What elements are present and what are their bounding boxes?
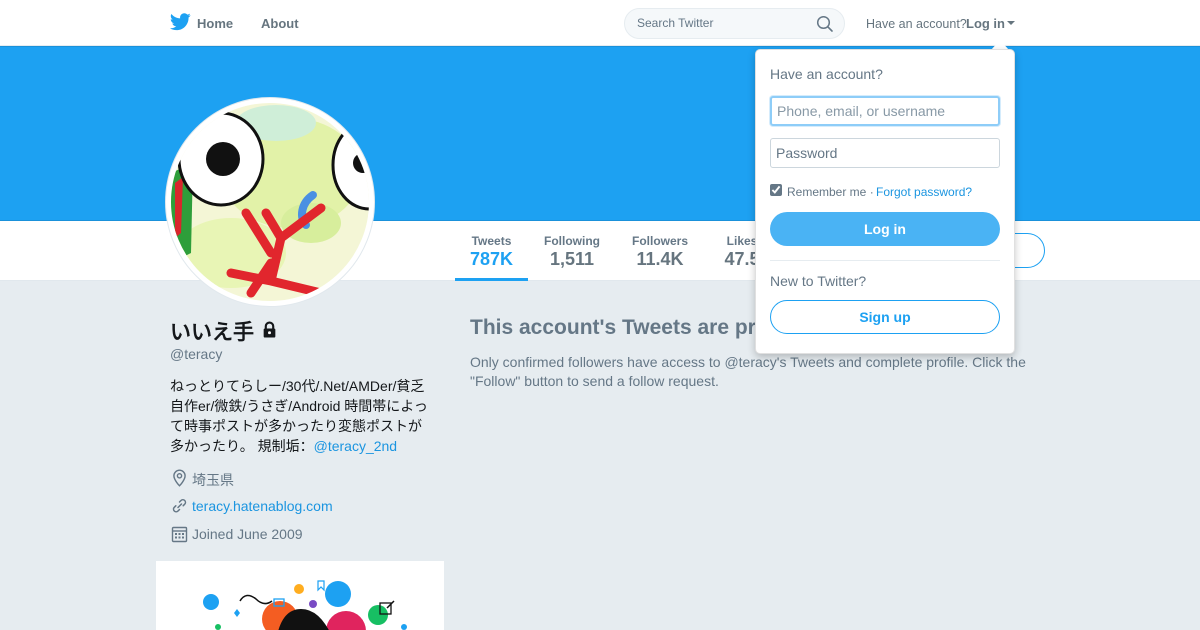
remember-me-label[interactable]: Remember me · (787, 185, 874, 199)
avatar-image (171, 103, 369, 301)
promo-illustration (203, 580, 407, 630)
top-navigation: Home About Have an account? Log in (0, 0, 1200, 46)
login-menu-link[interactable]: Log in (966, 16, 1005, 31)
joined-text: Joined June 2009 (192, 526, 303, 542)
stat-tweets[interactable]: Tweets 787K (455, 221, 528, 281)
stat-value: 1,511 (549, 249, 595, 269)
bio-mention-link[interactable]: @teracy_2nd (314, 438, 397, 454)
dropdown-divider (770, 260, 1000, 261)
link-icon (172, 499, 187, 513)
stat-value: 787K (469, 249, 514, 269)
caret-down-icon[interactable] (1007, 21, 1015, 25)
stat-following[interactable]: Following 1,511 (536, 221, 608, 281)
stat-label: Followers (631, 234, 688, 248)
profile-name[interactable]: いいえ手 (170, 316, 254, 346)
promo-illustration-card (156, 561, 444, 630)
location-text: 埼玉県 (192, 472, 234, 488)
nav-about-link[interactable]: About (261, 16, 299, 31)
stat-label: Following (544, 234, 600, 248)
search-icon[interactable] (816, 15, 834, 33)
password-field[interactable] (770, 138, 1000, 168)
search-input[interactable] (637, 16, 807, 30)
stat-followers[interactable]: Followers 11.4K (624, 221, 696, 281)
profile-handle[interactable]: @teracy (170, 346, 222, 362)
signup-button[interactable]: Sign up (770, 300, 1000, 334)
new-to-twitter-text: New to Twitter? (770, 273, 867, 289)
profile-bio: ねっとりてらしー/30代/.Net/AMDer/貧乏自作er/微鉄/うさぎ/An… (170, 376, 435, 456)
twitter-bird-icon[interactable] (170, 13, 191, 31)
login-button[interactable]: Log in (770, 212, 1000, 246)
lock-icon (263, 321, 276, 338)
location-pin-icon (173, 469, 186, 487)
dropdown-heading: Have an account? (770, 66, 883, 82)
protected-body: Only confirmed followers have access to … (470, 354, 1026, 389)
url-link[interactable]: teracy.hatenablog.com (192, 498, 333, 514)
remember-text: Remember me (787, 185, 867, 199)
remember-me-checkbox[interactable] (770, 184, 782, 196)
username-field[interactable] (770, 96, 1000, 126)
nav-home-link[interactable]: Home (197, 16, 233, 31)
login-dropdown: Have an account? Remember me · Forgot pa… (755, 49, 1015, 354)
calendar-icon (171, 526, 188, 543)
stat-value: 11.4K (636, 249, 684, 269)
have-account-text: Have an account? (866, 17, 967, 31)
stat-label: Tweets (471, 234, 512, 248)
profile-avatar[interactable] (165, 97, 375, 307)
separator-dot: · (869, 185, 874, 199)
forgot-password-link[interactable]: Forgot password? (876, 185, 972, 199)
search-box[interactable] (624, 8, 845, 39)
